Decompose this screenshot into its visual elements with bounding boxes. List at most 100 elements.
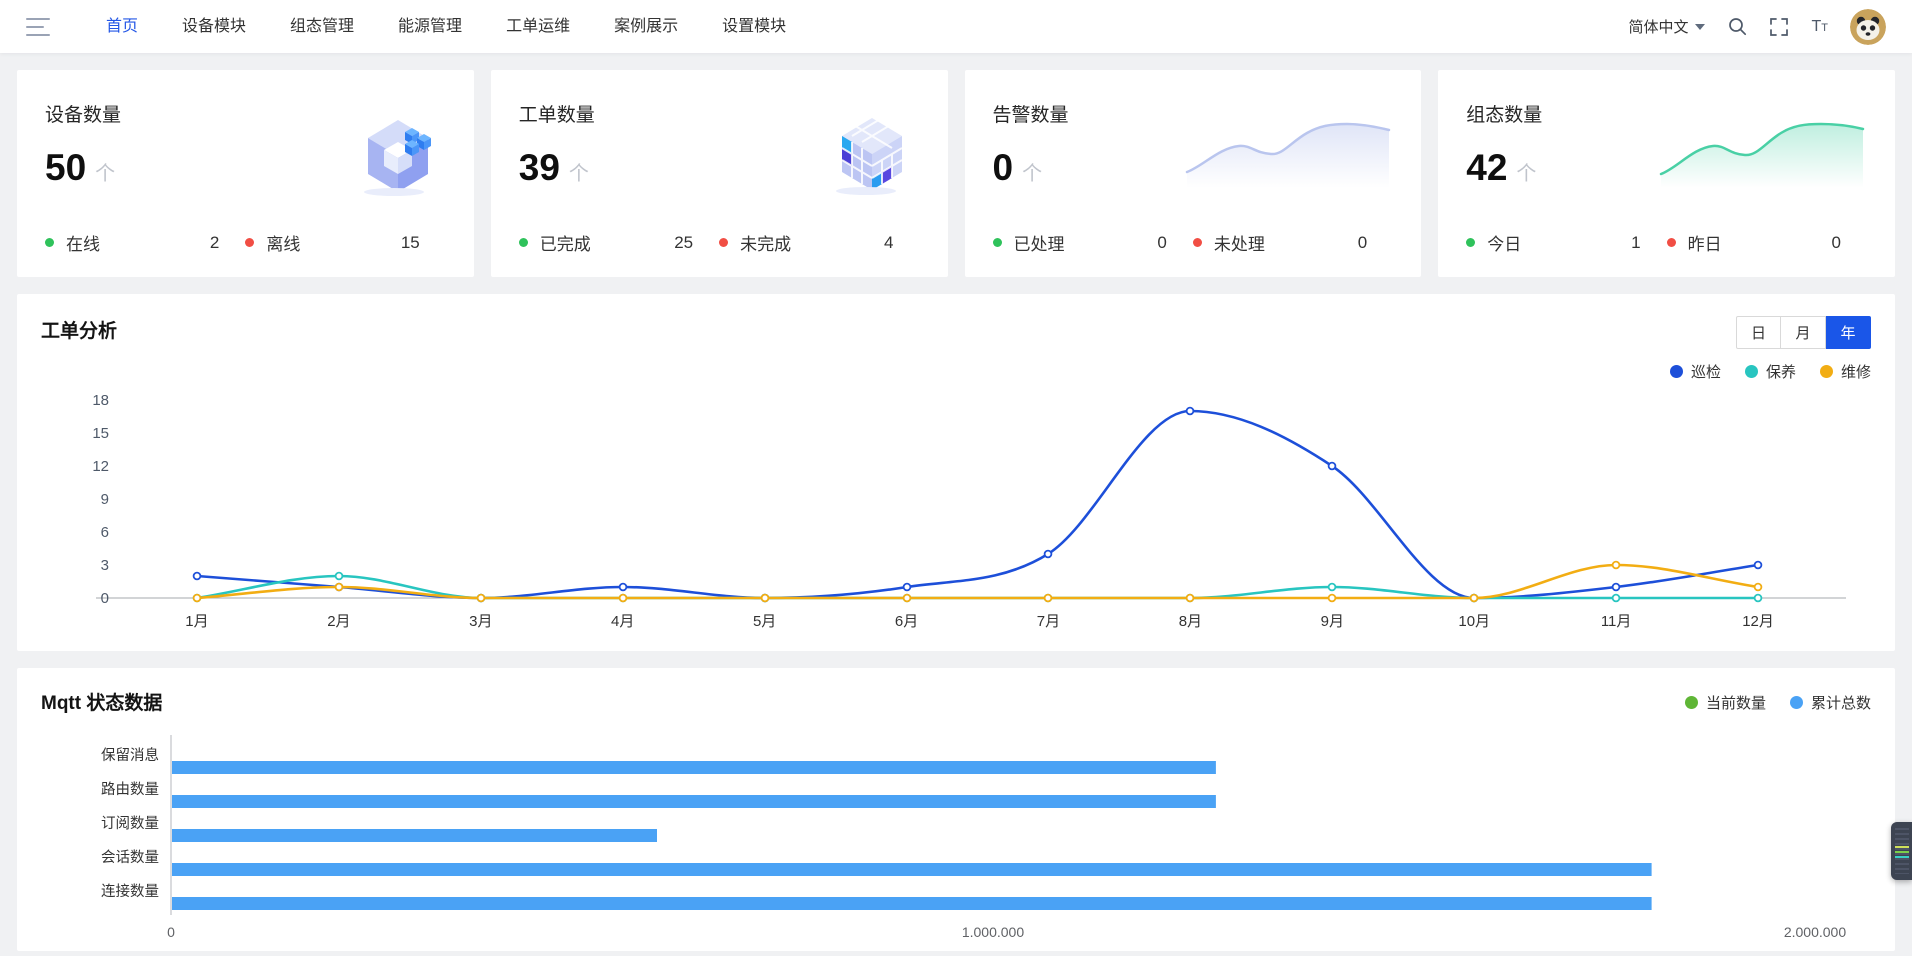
stat-offline: 离线 15 [245,230,445,255]
range-month-button[interactable]: 月 [1781,316,1826,349]
unit-label: 个 [1022,157,1042,186]
alarm-sparkline [1183,94,1393,214]
floating-widget[interactable] [1891,822,1912,880]
bar-legend: 当前数量 累计总数 [1685,692,1871,713]
chevron-down-icon [1695,24,1705,30]
svg-text:11月: 11月 [1601,613,1632,630]
svg-text:4月: 4月 [611,613,634,630]
range-day-button[interactable]: 日 [1736,316,1781,349]
legend-dot [1820,365,1833,378]
nav-item-energy[interactable]: 能源管理 [376,0,484,53]
status-dot-green [45,238,54,247]
card-value: 50 [45,147,86,189]
cube-block-icon [350,94,446,214]
language-label: 简体中文 [1628,16,1688,37]
legend-item-maintenance[interactable]: 保养 [1745,361,1796,382]
svg-text:18: 18 [92,392,109,409]
legend-item-inspection[interactable]: 巡检 [1670,361,1721,382]
time-range-toggle: 日 月 年 [1736,316,1871,349]
status-dot-red [1667,238,1676,247]
font-size-icon[interactable]: TT [1811,18,1828,36]
stat-online: 在线 2 [45,230,245,255]
nav-item-scada[interactable]: 组态管理 [268,0,376,53]
nav-item-workorder[interactable]: 工单运维 [484,0,592,53]
stat-value: 2 [210,233,219,253]
unit-label: 个 [569,157,589,186]
stat-label: 未处理 [1214,230,1265,255]
svg-text:1月: 1月 [185,613,208,630]
range-year-button[interactable]: 年 [1826,316,1871,349]
mqtt-bar-chart: 保留消息路由数量订阅数量会话数量连接数量01,000,0002,000,000 [41,725,1871,937]
stat-label: 离线 [266,230,300,255]
card-value: 39 [519,147,560,189]
svg-text:保留消息: 保留消息 [101,747,159,764]
card-title: 工单数量 [519,100,595,127]
card-title: 组态数量 [1466,100,1542,127]
mqtt-status-panel: Mqtt 状态数据 当前数量 累计总数 保留消息路由数量订阅数量会话数量连接数量… [17,668,1895,951]
stat-handled: 已处理 0 [993,230,1193,255]
status-dot-green [1466,238,1475,247]
stat-value: 0 [1832,233,1841,253]
stat-card-devices: 设备数量 50 个 [17,70,474,277]
svg-text:8月: 8月 [1179,613,1202,630]
nav-item-cases[interactable]: 案例展示 [592,0,700,53]
svg-text:9月: 9月 [1321,613,1344,630]
legend-dot [1745,365,1758,378]
svg-text:路由数量: 路由数量 [101,781,159,798]
card-title: 告警数量 [993,100,1069,127]
svg-text:6: 6 [101,524,109,541]
legend-dot [1790,696,1803,709]
status-dot-red [245,238,254,247]
stat-uncompleted: 未完成 4 [719,230,919,255]
stat-card-workorders: 工单数量 39 个 [491,70,948,277]
stat-value: 4 [884,233,893,253]
language-selector[interactable]: 简体中文 [1628,16,1705,37]
line-legend: 巡检 保养 维修 [1670,361,1871,382]
svg-text:7月: 7月 [1037,613,1060,630]
workorder-analysis-panel: 工单分析 日 月 年 巡检 保养 维修 03691215181月2月3月4月5月… [17,294,1895,651]
status-dot-green [993,238,1002,247]
status-dot-red [719,238,728,247]
top-nav-bar: 首页 设备模块 组态管理 能源管理 工单运维 案例展示 设置模块 简体中文 TT [0,0,1912,53]
svg-text:3: 3 [101,557,109,574]
stat-label: 今日 [1487,230,1521,255]
svg-text:10月: 10月 [1458,613,1490,630]
svg-text:12: 12 [92,458,109,475]
stat-today: 今日 1 [1466,230,1666,255]
card-title: 设备数量 [45,100,121,127]
stat-value: 1 [1631,233,1640,253]
cube-cluster-icon [824,94,920,214]
stat-label: 已处理 [1014,230,1065,255]
stat-value: 15 [401,233,420,253]
svg-text:会话数量: 会话数量 [101,849,159,866]
main-nav: 首页 设备模块 组态管理 能源管理 工单运维 案例展示 设置模块 [84,0,808,53]
nav-item-home[interactable]: 首页 [84,0,160,53]
legend-item-total[interactable]: 累计总数 [1790,692,1871,713]
unit-label: 个 [95,157,115,186]
stat-yesterday: 昨日 0 [1667,230,1867,255]
fullscreen-icon[interactable] [1769,17,1789,37]
stat-label: 昨日 [1688,230,1722,255]
user-avatar[interactable] [1850,9,1886,45]
stat-card-alarms: 告警数量 0 个 已处理 0 [965,70,1422,277]
legend-item-repair[interactable]: 维修 [1820,361,1871,382]
stat-value: 0 [1157,233,1166,253]
legend-item-current[interactable]: 当前数量 [1685,692,1766,713]
nav-item-devices[interactable]: 设备模块 [160,0,268,53]
svg-text:9: 9 [101,491,109,508]
unit-label: 个 [1516,157,1536,186]
nav-item-settings[interactable]: 设置模块 [700,0,808,53]
svg-text:5月: 5月 [753,613,776,630]
svg-text:2,000,000: 2,000,000 [1784,924,1846,937]
search-icon[interactable] [1727,17,1747,37]
stat-label: 未完成 [740,230,791,255]
stat-label: 已完成 [540,230,591,255]
stat-card-scada: 组态数量 42 个 今日 1 [1438,70,1895,277]
svg-text:15: 15 [92,425,109,442]
status-dot-green [519,238,528,247]
panel-title-mqtt: Mqtt 状态数据 [41,688,162,715]
svg-text:1,000,000: 1,000,000 [962,924,1024,937]
menu-collapse-icon[interactable] [26,18,50,36]
svg-text:连接数量: 连接数量 [101,883,159,900]
status-dot-red [1193,238,1202,247]
